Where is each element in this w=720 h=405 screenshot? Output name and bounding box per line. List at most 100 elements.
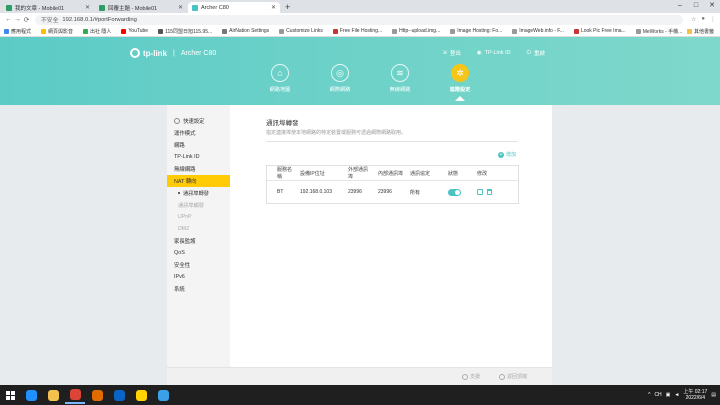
- new-tab-button[interactable]: +: [285, 2, 290, 13]
- tab-favicon-icon: [192, 4, 198, 11]
- add-label: 增加: [506, 152, 517, 158]
- bookmark-item[interactable]: AirNation Settings: [222, 28, 269, 34]
- nav-item[interactable]: ⌂ 網路地圖: [250, 64, 310, 101]
- bookmark-icon: [573, 28, 579, 34]
- sidebar-item[interactable]: 家長監護: [167, 235, 230, 247]
- page-description: 指定連接埠使本地網路的特定裝置或服務可透過網際網路取用。: [266, 129, 518, 142]
- profile-icon[interactable]: ●: [701, 16, 705, 23]
- sidebar-item[interactable]: TP-Link ID: [167, 151, 230, 163]
- reboot-link[interactable]: ⏻ 重啟: [527, 49, 545, 58]
- bookmark-item[interactable]: ImageWeb.info - F...: [512, 28, 564, 34]
- sidebar-item[interactable]: 安全性: [167, 259, 230, 271]
- logout-label: 登出: [449, 51, 461, 57]
- bookmark-label: YouTube: [128, 28, 149, 34]
- bookmark-icon: [222, 28, 228, 34]
- bookmark-item[interactable]: MeWorks - 手機...: [635, 28, 682, 35]
- nav-item[interactable]: ≋ 無線網路: [370, 64, 430, 101]
- taskbar-app[interactable]: [65, 386, 85, 404]
- col-external-port: 外部通訊埠: [348, 167, 369, 180]
- notification-icon[interactable]: ▤: [711, 392, 716, 398]
- language-indicator[interactable]: CH: [654, 392, 661, 398]
- page-title: 通訊埠轉發: [266, 120, 299, 127]
- taskbar-app[interactable]: [43, 386, 63, 404]
- col-internal-port: 內部通訊埠: [378, 170, 404, 177]
- tab-close-icon[interactable]: ✕: [178, 4, 183, 11]
- back-button[interactable]: ←: [4, 16, 13, 23]
- port-forwarding-table: 服務名稱 設備IP位址 外部通訊埠 內部通訊埠 通訊協定 狀態 修改 BT 19…: [266, 165, 519, 204]
- sidebar-item[interactable]: 系統: [167, 283, 230, 295]
- status-toggle[interactable]: [448, 188, 461, 196]
- bookmark-item[interactable]: 出社 隱人: [83, 28, 111, 35]
- taskbar-app[interactable]: [131, 386, 151, 404]
- arrow-up-icon: [499, 373, 505, 380]
- star-icon[interactable]: ☆: [691, 16, 696, 23]
- bookmark-item[interactable]: 115同盟日旭115.95...: [158, 28, 212, 35]
- tab-close-icon[interactable]: ✕: [271, 4, 276, 11]
- maximize-button[interactable]: □: [688, 0, 704, 12]
- bookmarks-bar: 應用程式 網頁與影音 出社 隱人 YouTube 115同盟日旭115.95... Air…: [0, 26, 720, 37]
- menu-icon[interactable]: ⋮: [710, 16, 716, 23]
- sidebar-item[interactable]: 網路: [167, 139, 230, 151]
- sidebar-subitem[interactable]: UPnP: [167, 211, 230, 223]
- taskbar-app[interactable]: [109, 386, 129, 404]
- volume-icon[interactable]: ◄: [674, 392, 679, 398]
- bookmark-item[interactable]: 應用程式: [4, 28, 31, 35]
- url-input[interactable]: 不安全 192.168.0.1/#portForwarding: [35, 14, 683, 25]
- bookmark-item[interactable]: Look Pic Free Ima...: [573, 28, 626, 34]
- bookmark-icon: [41, 28, 47, 34]
- taskbar-app[interactable]: [153, 386, 173, 404]
- bookmark-item[interactable]: Free File Hosting...: [332, 28, 382, 34]
- tab-label: 回覆主題 - Mobile01: [108, 5, 158, 12]
- bookmark-icon: [4, 28, 9, 34]
- forward-button[interactable]: →: [13, 16, 22, 23]
- sidebar-subitem[interactable]: DMZ: [167, 223, 230, 235]
- cell-external-port: 23996: [348, 189, 362, 195]
- back-to-top-button[interactable]: 返回頂端: [499, 373, 527, 380]
- taskbar-app[interactable]: [21, 386, 41, 404]
- start-button[interactable]: [0, 385, 20, 405]
- bookmark-icon: [332, 28, 338, 34]
- edit-icon[interactable]: [477, 189, 483, 195]
- network-icon[interactable]: ▣: [666, 392, 671, 398]
- globe-icon: ◎: [331, 64, 349, 82]
- bookmark-item[interactable]: Http--upload.img...: [392, 28, 440, 34]
- browser-tab[interactable]: 我的文章 - Mobile01 ✕: [2, 2, 94, 13]
- logout-link[interactable]: ⇲ 登出: [442, 49, 461, 57]
- sidebar-item[interactable]: QoS: [167, 247, 230, 259]
- support-button[interactable]: 支援: [462, 373, 480, 380]
- sidebar-item[interactable]: IPv6: [167, 271, 230, 283]
- sidebar-item[interactable]: 運作模式: [167, 127, 230, 139]
- bookmark-item[interactable]: 網頁與影音: [41, 28, 73, 35]
- wifi-icon: ≋: [391, 64, 409, 82]
- browser-tab[interactable]: Archer C80 ✕: [188, 2, 280, 13]
- taskbar-app[interactable]: [87, 386, 107, 404]
- sidebar-subitem[interactable]: 通訊埠轉發: [167, 187, 230, 199]
- sidebar-item[interactable]: NAT 轉向: [167, 175, 230, 187]
- reload-button[interactable]: ⟳: [22, 16, 31, 24]
- trash-icon[interactable]: [487, 189, 492, 195]
- browser-tab-bar: 我的文章 - Mobile01 ✕ 回覆主題 - Mobile01 ✕ Archer C…: [0, 0, 720, 13]
- bookmark-label: 網頁與影音: [48, 28, 74, 35]
- clock[interactable]: 上午 02:17 2022/6/4: [683, 389, 707, 401]
- other-bookmarks[interactable]: 其他書籤: [686, 28, 714, 35]
- nav-item[interactable]: ✲ 進階設定: [430, 64, 490, 101]
- tab-close-icon[interactable]: ✕: [85, 4, 90, 11]
- brand: tp-link | Archer C80: [130, 48, 216, 58]
- bookmark-icon: [121, 28, 127, 34]
- tab-favicon-icon: [99, 4, 105, 11]
- col-device-ip: 設備IP位址: [300, 170, 325, 177]
- sidebar-subitem[interactable]: 通訊埠觸發: [167, 199, 230, 211]
- browser-tab[interactable]: 回覆主題 - Mobile01 ✕: [95, 2, 187, 13]
- minimize-button[interactable]: –: [672, 0, 688, 12]
- bookmark-item[interactable]: YouTube: [121, 28, 148, 34]
- tray-up-icon[interactable]: ^: [648, 392, 650, 398]
- windows-logo-icon: [5, 390, 15, 400]
- sidebar-item[interactable]: 無線網路: [167, 163, 230, 175]
- tplink-id-link[interactable]: ◉ TP-Link ID: [477, 49, 511, 57]
- bookmark-item[interactable]: Image Hosting: Fo...: [450, 28, 502, 34]
- nav-item[interactable]: ◎ 網際網路: [310, 64, 370, 101]
- sidebar-item[interactable]: 快速設定: [167, 115, 230, 127]
- add-button[interactable]: + 增加: [498, 151, 516, 158]
- bookmark-item[interactable]: Customize Links: [279, 28, 323, 34]
- close-window-button[interactable]: ✕: [704, 0, 720, 12]
